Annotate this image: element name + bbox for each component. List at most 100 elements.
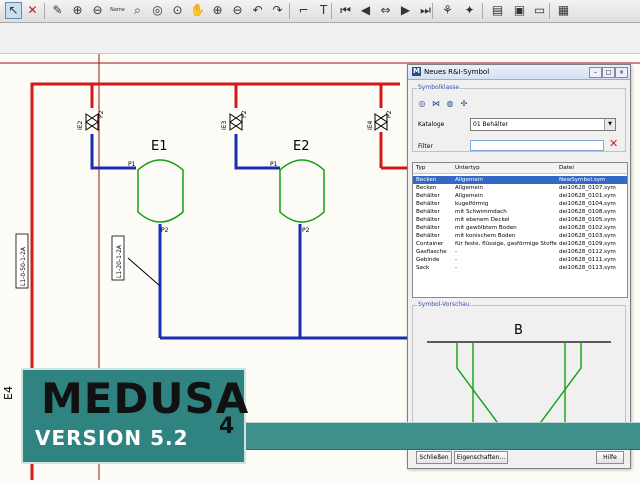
last-page-icon[interactable]: ⏭ xyxy=(418,3,433,18)
toolbar-separator xyxy=(482,3,483,19)
page-swap-icon[interactable]: ⇔ xyxy=(378,3,393,18)
instrument-class-icon[interactable]: ✣ xyxy=(459,99,469,109)
zoom-in-icon[interactable]: ⊕ xyxy=(70,3,85,18)
toolbar-separator xyxy=(549,3,550,19)
side-tag: E4 xyxy=(2,386,15,400)
pin-label-p2-left: P2 xyxy=(161,227,169,234)
table-row[interactable]: Behälter kugelförmig dei10628_0104.sym xyxy=(413,200,627,208)
table-row[interactable]: Gebinde - dei10628_0111.sym xyxy=(413,256,627,264)
edit-icon[interactable]: ✎ xyxy=(50,3,65,18)
text-tool-icon[interactable]: T xyxy=(316,3,331,18)
valve-pin-mid: P2 xyxy=(241,110,248,118)
main-toolbar: ↖ ✕ ✎ ⊕ ⊖ Name ⌕ ◎ ⊙ ✋ ⊕ ⊖ ↶ ↷ ⌐ T ⏮ ◀ ⇔ ▶ ⏭ ⚘ ✦ ▤ ▣ ▭ ▦ xyxy=(0,0,640,23)
cell-datei: dei10628_0108.sym xyxy=(559,209,616,215)
redo-icon[interactable]: ↷ xyxy=(270,3,285,18)
chevron-down-icon[interactable]: ▼ xyxy=(604,119,615,130)
pin-label-p1-left: P1 xyxy=(128,161,136,168)
corner-icon[interactable]: ⌐ xyxy=(296,3,311,18)
line-tag-vertical: L1-0-50-1-2A xyxy=(20,246,27,286)
cell-datei: dei10628_0104.sym xyxy=(559,201,616,207)
filter-label: Filter xyxy=(418,143,433,150)
pan-hand-icon[interactable]: ✋ xyxy=(190,3,205,18)
cell-untertyp: - xyxy=(455,265,458,271)
cell-typ: Behälter xyxy=(416,193,440,199)
close-button[interactable]: × xyxy=(615,67,628,78)
table-row[interactable]: Becken Allgemein NewSymbol.sym xyxy=(413,176,627,184)
symbol-list[interactable]: Typ Untertyp Datei Becken Allgemein NewSym… xyxy=(412,162,628,298)
katalog-label: Kataloge xyxy=(418,121,445,128)
table-row[interactable]: Behälter mit konischem Boden dei10628_0103… xyxy=(413,232,627,240)
cell-untertyp: - xyxy=(455,249,458,255)
cell-datei: dei10628_0113.sym xyxy=(559,265,616,271)
find-icon[interactable]: ⌕ xyxy=(130,3,145,18)
minimize-button[interactable]: – xyxy=(589,67,602,78)
col-datei[interactable]: Datei xyxy=(559,165,574,171)
valve-pin-left: P2 xyxy=(98,110,105,118)
col-untertyp[interactable]: Untertyp xyxy=(455,165,480,171)
image-icon[interactable]: ▣ xyxy=(512,3,527,18)
vessel-class-icon[interactable]: ◎ xyxy=(417,99,427,109)
col-typ[interactable]: Typ xyxy=(416,165,425,171)
line-tag-diagonal: L1-20-1-2A xyxy=(116,244,123,278)
toolbar-strip xyxy=(0,23,640,54)
filter-input[interactable] xyxy=(470,140,604,151)
toolbar-separator xyxy=(331,3,332,19)
cell-untertyp: Allgemein xyxy=(455,185,483,191)
dialog-titlebar[interactable]: M Neues R&I-Symbol – □ × xyxy=(408,65,630,80)
cell-untertyp: Allgemein xyxy=(455,177,483,183)
view-icon[interactable]: ▭ xyxy=(532,3,547,18)
symbol-pick-icon[interactable]: ⚘ xyxy=(440,3,455,18)
zoom-window-icon[interactable]: ◎ xyxy=(150,3,165,18)
cell-untertyp: - xyxy=(455,257,458,263)
zoom-page-icon[interactable]: ⊙ xyxy=(170,3,185,18)
preview-label: Symbol-Vorschau xyxy=(417,301,471,308)
zoom-name-icon[interactable]: Name xyxy=(110,3,125,18)
list-header: Typ Untertyp Datei xyxy=(413,163,627,174)
next-page-icon[interactable]: ▶ xyxy=(398,3,413,18)
toolbar-separator xyxy=(44,3,45,19)
valve-class-icon[interactable]: ⋈ xyxy=(431,99,441,109)
symbol-place-icon[interactable]: ✦ xyxy=(462,3,477,18)
pointer-icon[interactable]: ↖ xyxy=(5,2,22,19)
cell-datei: dei10628_0102.sym xyxy=(559,225,616,231)
vessel-e2 xyxy=(279,159,325,223)
maximize-button[interactable]: □ xyxy=(602,67,615,78)
delete-icon[interactable]: ✕ xyxy=(25,3,40,18)
properties-button[interactable]: Eigenschaften... xyxy=(454,451,508,464)
table-row[interactable]: Gasflasche - dei10628_0112.sym xyxy=(413,248,627,256)
table-row[interactable]: Behälter Allgemein dei10628_0101.sym xyxy=(413,192,627,200)
zoom-region-icon[interactable]: ⊖ xyxy=(230,3,245,18)
layer-icon[interactable]: ▤ xyxy=(490,3,505,18)
clear-filter-icon[interactable]: ✕ xyxy=(609,138,618,150)
table-row[interactable]: Container für feste, flüssige, gasförmige… xyxy=(413,240,627,248)
table-row[interactable]: Behälter mit Schwimmdach dei10628_0108.sym xyxy=(413,208,627,216)
table-row[interactable]: Becken Allgemein dei10628_0107.sym xyxy=(413,184,627,192)
preview-letter: B xyxy=(514,323,523,338)
blue-process-line xyxy=(90,134,410,340)
cell-untertyp: kugelförmig xyxy=(455,201,489,207)
product-logo: MEDUSA 4 VERSION 5.2 xyxy=(21,368,248,464)
line-tag-leader xyxy=(127,257,161,287)
prev-page-icon[interactable]: ◀ xyxy=(358,3,373,18)
zoom-fit-icon[interactable]: ⊕ xyxy=(210,3,225,18)
katalog-select[interactable]: 01 Behälter ▼ xyxy=(470,118,616,131)
table-row[interactable]: Behälter mit ebenem Deckel dei10628_0105.s… xyxy=(413,216,627,224)
zoom-out-icon[interactable]: ⊖ xyxy=(90,3,105,18)
valve-tag-left: IE2 xyxy=(77,120,84,130)
logo-number: 4 xyxy=(219,414,235,439)
undo-icon[interactable]: ↶ xyxy=(250,3,265,18)
cell-datei: dei10628_0103.sym xyxy=(559,233,616,239)
close-dialog-button[interactable]: Schließen xyxy=(416,451,452,464)
cell-typ: Behälter xyxy=(416,209,440,215)
first-page-icon[interactable]: ⏮ xyxy=(338,3,353,18)
cell-datei: dei10628_0112.sym xyxy=(559,249,616,255)
cell-typ: Behälter xyxy=(416,201,440,207)
help-button[interactable]: Hilfe xyxy=(596,451,624,464)
pump-class-icon[interactable]: ◍ xyxy=(445,99,455,109)
cell-untertyp: mit gewölbtem Boden xyxy=(455,225,517,231)
grid-icon[interactable]: ▦ xyxy=(556,3,571,18)
vessel-e1 xyxy=(137,159,184,223)
table-row[interactable]: Behälter mit gewölbtem Boden dei10628_0102… xyxy=(413,224,627,232)
table-row[interactable]: Sack - dei10628_0113.sym xyxy=(413,264,627,272)
cell-datei: dei10628_0111.sym xyxy=(559,257,616,263)
